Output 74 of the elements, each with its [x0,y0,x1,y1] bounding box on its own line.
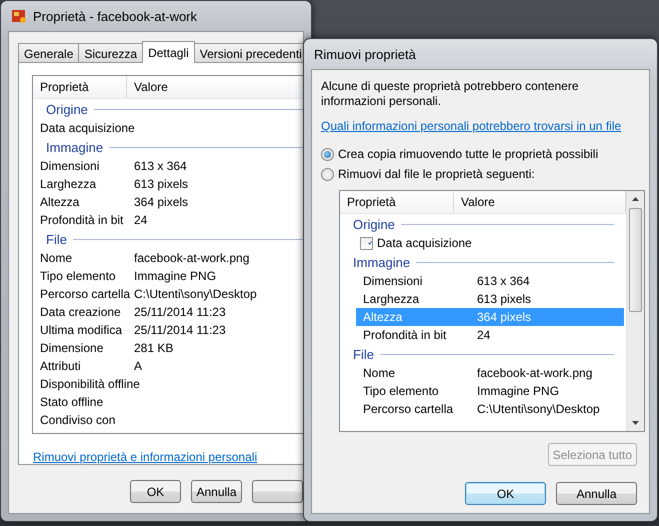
radio-button[interactable] [321,168,334,180]
window-title: Proprietà - facebook-at-work [33,8,198,24]
property-value: 24 [476,328,492,342]
dialog-button[interactable]: Annulla [191,480,242,503]
radio-label[interactable]: Crea copia rimuovendo tutte le proprietà possibili [338,147,598,161]
list-row[interactable]: Dimensioni 613 x 364 [356,272,624,290]
tab[interactable]: Generale [18,43,80,62]
column-header[interactable]: Proprietà [33,76,127,98]
property-value: C:\Utenti\sony\Desktop [476,402,601,416]
property-name: Tipo elemento [362,384,439,398]
tab[interactable]: Dettagli [142,41,195,63]
property-name: Profondità in bit [39,213,124,227]
column-header[interactable]: Proprietà [340,191,454,213]
radio-button[interactable] [321,148,334,160]
property-name: Data creazione [39,305,122,319]
scrollbar[interactable] [626,191,644,431]
dialog-button[interactable]: Annulla [556,482,637,505]
property-value: 613 pixels [476,292,532,306]
property-name: Disponibilità offline [39,377,140,391]
property-value: A [133,359,144,373]
property-name: Altezza [362,310,402,324]
window-title: Rimuovi proprietà [314,46,416,62]
list-row[interactable]: Tipo elemento Immagine PNG [356,382,624,400]
property-value: 25/11/2014 11:23 [133,323,227,337]
list-row[interactable]: Larghezza 613 pixels [356,290,624,308]
property-value: 613 pixels [133,177,190,191]
property-name: Stato offline [39,395,104,409]
group-heading: Origine [46,102,88,116]
description-text: Alcune di queste proprietà potrebbero contenere informazioni personali. [321,79,580,109]
list-row[interactable]: Percorso cartella C:\Utenti\sony\Desktop [356,400,624,418]
property-value: 25/11/2014 11:23 [133,305,227,319]
list-row[interactable]: Profondità in bit 24 [356,326,624,344]
tab[interactable]: Sicurezza [78,43,144,62]
property-name: Condiviso con [39,413,116,427]
property-name: Larghezza [362,292,420,306]
checkbox[interactable] [360,236,373,250]
group-heading: Immagine [353,254,410,270]
property-name: Nome [39,251,74,265]
property-name: Data acquisizione [39,121,135,135]
property-value: facebook-at-work.png [133,251,250,265]
remove-properties-link[interactable]: Rimuovi proprietà e informazioni personali [33,450,258,464]
property-value: 364 pixels [476,310,532,324]
group-heading: Immagine [46,140,104,154]
help-link[interactable]: Quali informazioni personali potrebbero trovarsi in un file [321,119,622,133]
property-value: 24 [133,213,148,227]
property-name: Dimensioni [39,159,100,173]
dialog-button[interactable]: OK [130,480,181,503]
radio-label[interactable]: Rimuovi dal file le proprietà seguenti: [338,167,535,181]
property-name: Ultima modifica [39,323,124,337]
property-value: facebook-at-work.png [476,366,594,380]
property-name: Percorso cartella [362,402,454,416]
property-value: 613 x 364 [476,274,531,288]
property-name: Data acquisizione [376,236,472,250]
property-name: Dimensione [39,341,104,355]
property-value: 364 pixels [133,195,190,209]
property-value: Immagine PNG [476,384,560,398]
property-value: 613 x 364 [133,159,188,173]
list-row[interactable]: Data acquisizione [356,234,624,252]
property-name: Nome [362,366,396,380]
property-value: 281 KB [133,341,174,355]
file-icon [11,8,27,24]
property-name: Dimensioni [362,274,422,288]
group-heading: File [46,232,67,246]
property-name: Profondità in bit [362,328,446,342]
property-name: Attributi [39,359,82,373]
dialog-button[interactable]: OK [465,482,546,505]
group-heading: Origine [353,216,395,232]
property-name: Larghezza [39,177,98,191]
property-name: Tipo elemento [39,269,117,283]
apply-button[interactable] [252,480,303,503]
property-name: Altezza [39,195,80,209]
property-value: Immagine PNG [133,269,218,283]
list-row[interactable]: Nome facebook-at-work.png [356,364,624,382]
group-heading: File [353,346,374,362]
